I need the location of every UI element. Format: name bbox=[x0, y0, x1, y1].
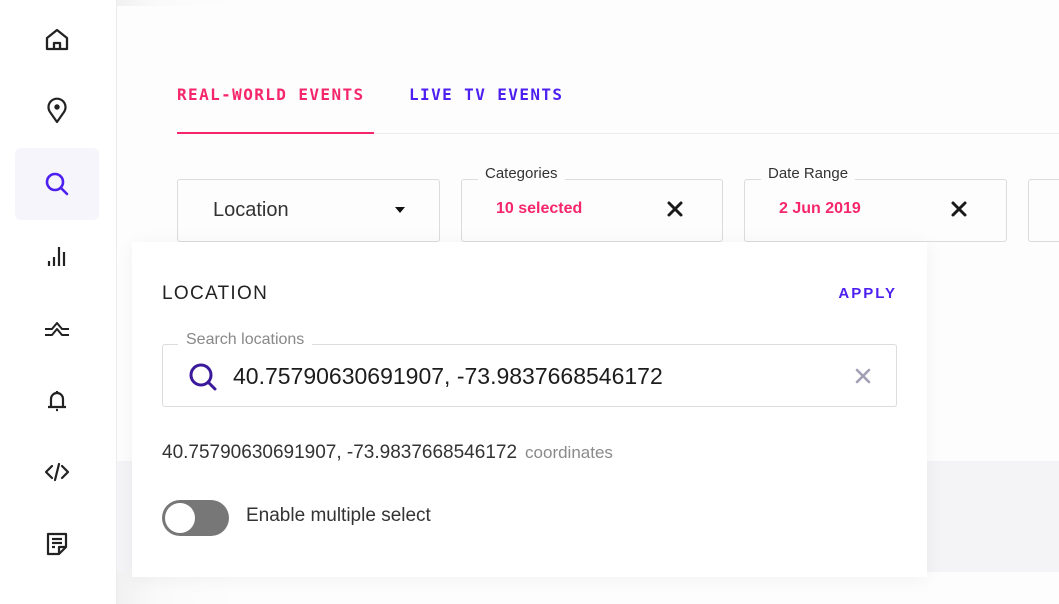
categories-filter-label: Categories bbox=[478, 165, 565, 182]
tab-live-tv-events[interactable]: LIVE TV EVENTS bbox=[409, 85, 563, 104]
sidebar-item-home[interactable] bbox=[15, 4, 99, 76]
search-locations-label: Search locations bbox=[178, 331, 313, 349]
date-range-filter[interactable]: Date Range 2 Jun 2019 bbox=[744, 165, 1007, 242]
search-icon bbox=[189, 363, 217, 391]
sidebar-item-notifications[interactable] bbox=[15, 364, 99, 436]
map-pin-icon bbox=[47, 97, 67, 124]
categories-filter[interactable]: Categories 10 selected bbox=[461, 165, 723, 242]
location-result-hint: coordinates bbox=[525, 443, 613, 462]
additional-filter[interactable] bbox=[1028, 179, 1059, 242]
categories-filter-value: 10 selected bbox=[496, 200, 583, 217]
app-root: REAL-WORLD EVENTS LIVE TV EVENTS Locatio… bbox=[0, 0, 1059, 604]
bell-icon bbox=[48, 391, 66, 412]
popover-title: LOCATION bbox=[162, 283, 269, 304]
multiple-select-label: Enable multiple select bbox=[246, 505, 431, 526]
location-search-field[interactable]: Search locations bbox=[162, 331, 897, 407]
location-search-input[interactable] bbox=[233, 359, 833, 393]
location-result-text: 40.75790630691907, -73.9837668546172 bbox=[162, 442, 518, 463]
tab-real-world-events[interactable]: REAL-WORLD EVENTS bbox=[177, 85, 365, 104]
toggle-knob bbox=[165, 503, 195, 533]
sidebar-item-docs[interactable] bbox=[15, 508, 99, 580]
location-filter-dropdown[interactable]: Location bbox=[177, 179, 440, 242]
date-range-filter-label: Date Range bbox=[761, 165, 856, 182]
sidebar-item-analytics[interactable] bbox=[15, 221, 99, 293]
active-tab-indicator bbox=[177, 132, 374, 134]
caret-down-icon bbox=[395, 207, 405, 213]
sidebar-item-location[interactable] bbox=[15, 75, 99, 147]
location-result-item[interactable]: 40.75790630691907, -73.9837668546172 coor… bbox=[162, 442, 613, 464]
search-icon bbox=[45, 172, 69, 196]
sidebar bbox=[0, 0, 117, 604]
trend-lines-icon bbox=[45, 322, 69, 336]
multiple-select-toggle[interactable] bbox=[162, 500, 229, 536]
home-icon bbox=[45, 28, 69, 51]
sidebar-item-trends[interactable] bbox=[15, 292, 99, 364]
clear-categories-icon[interactable] bbox=[666, 200, 684, 218]
clear-search-icon[interactable] bbox=[854, 367, 872, 385]
clear-date-range-icon[interactable] bbox=[950, 200, 968, 218]
bar-chart-icon bbox=[47, 247, 66, 266]
tab-bar: REAL-WORLD EVENTS LIVE TV EVENTS bbox=[177, 80, 1059, 134]
document-icon bbox=[46, 532, 68, 556]
location-filter-value: Location bbox=[213, 199, 289, 221]
date-range-filter-value: 2 Jun 2019 bbox=[779, 200, 861, 217]
sidebar-item-api[interactable] bbox=[15, 436, 99, 508]
apply-button[interactable]: APPLY bbox=[838, 285, 897, 302]
location-popover: LOCATION APPLY Search locations 40.75790… bbox=[132, 242, 927, 577]
code-icon bbox=[44, 462, 70, 482]
sidebar-item-search[interactable] bbox=[15, 148, 99, 220]
